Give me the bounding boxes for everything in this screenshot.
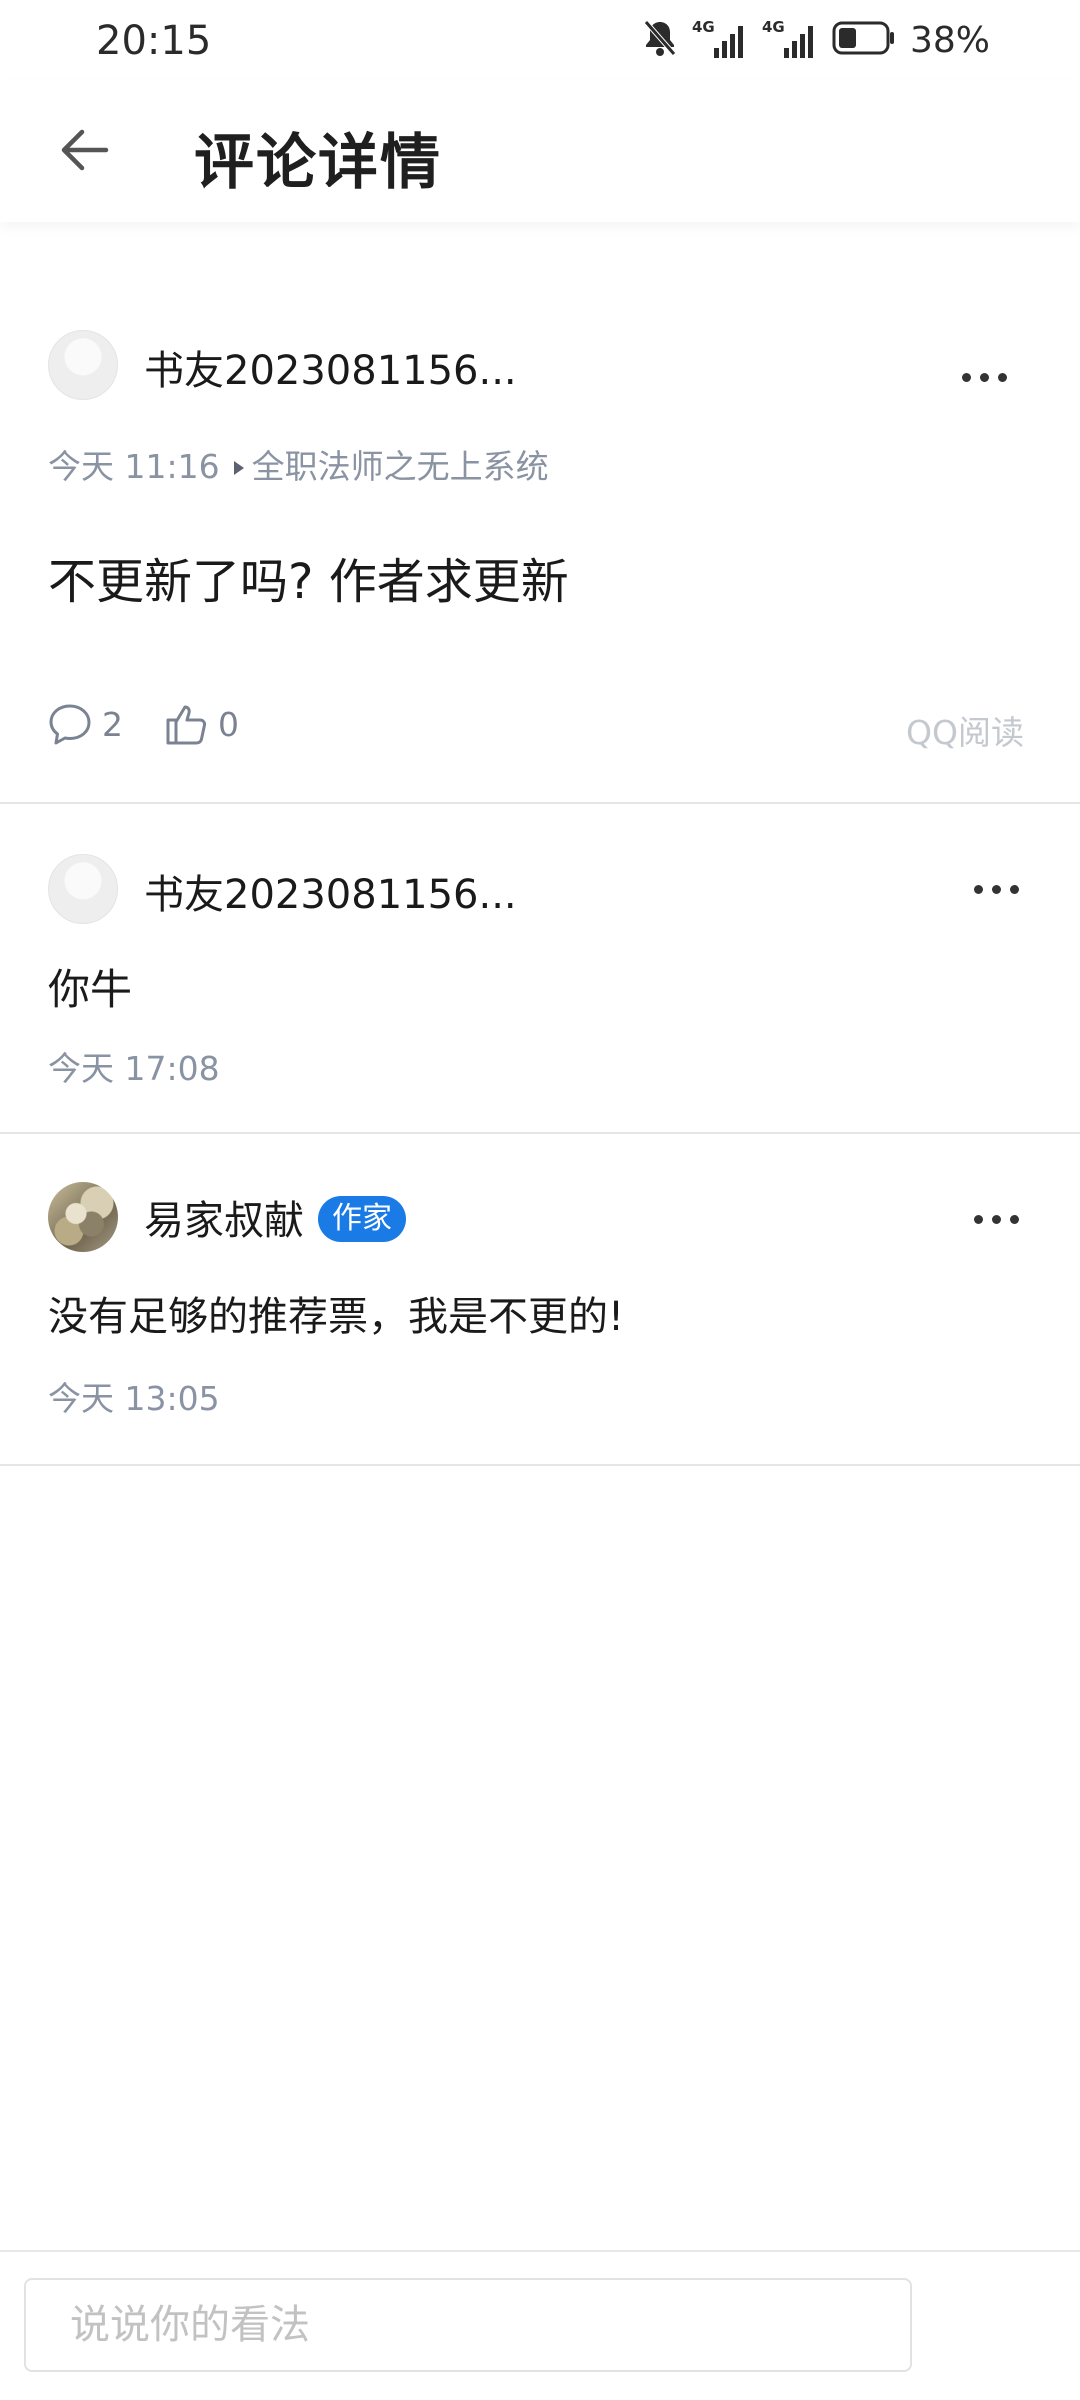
comment-time: 今天 11:16 [48,447,220,486]
more-dot-icon [979,372,989,382]
more-dot-icon [991,884,1001,894]
reply-item: 易家叔献 作家 没有足够的推荐票，我是不更的! 今天 13:05 [0,1132,1080,1466]
more-dot-icon [961,372,971,382]
avatar[interactable] [48,330,118,400]
comment-input[interactable] [24,2278,912,2372]
username[interactable]: 书友2023081156... [144,862,517,920]
username[interactable]: 易家叔献 作家 [144,1188,406,1246]
app-header: 评论详情 [0,80,1080,222]
status-time: 20:15 [96,18,212,64]
more-dot-icon [973,884,983,894]
like-count: 0 [218,704,239,744]
back-button[interactable] [44,110,124,190]
comment-meta: 今天 11:16 全职法师之无上系统 [48,440,549,488]
comment-input-bar [0,2250,1080,2400]
more-dot-icon [1009,1214,1019,1224]
like-button[interactable]: 0 [164,702,239,746]
signal-icon: 4G [692,18,748,62]
author-name: 易家叔献 [144,1198,304,1244]
reply-time: 今天 13:05 [48,1379,220,1418]
status-bar: 20:15 4G 4G 38% [0,0,1080,80]
author-badge: 作家 [318,1196,406,1242]
author-avatar[interactable] [48,1182,118,1252]
thumbs-up-icon [166,705,207,745]
reply-time: 今天 17:08 [48,1049,220,1088]
reply-count: 2 [102,704,123,744]
arrow-left-icon [61,129,109,171]
more-dot-icon [1009,884,1019,894]
reply-count-button[interactable]: 2 [48,702,123,746]
signal-icon-2: 4G [762,18,818,62]
more-dot-icon [991,1214,1001,1224]
avatar[interactable] [48,854,118,924]
source-label: QQ阅读 [906,713,1024,752]
more-dot-icon [973,1214,983,1224]
more-options-button[interactable] [956,864,1036,914]
username[interactable]: 书友2023081156... [144,338,517,396]
mute-bell-icon [642,18,678,62]
reply-text: 你牛 [48,965,133,1014]
more-options-button[interactable] [944,352,1024,402]
status-icons: 4G 4G 38% [642,14,990,66]
main-comment: 书友2023081156... 今天 11:16 全职法师之无上系统 不更新了吗?… [0,222,1080,804]
comment-text: 不更新了吗? 作者求更新 [48,554,569,610]
more-options-button[interactable] [956,1194,1036,1244]
comment-detail-screen: 20:15 4G 4G 38% 评论详情 书友2023081156... 今天 … [0,0,1080,2400]
reply-text: 没有足够的推荐票，我是不更的! [48,1294,625,1340]
play-triangle-icon [233,461,244,475]
more-dot-icon [997,372,1007,382]
reply-item: 书友2023081156... 你牛 今天 17:08 [0,802,1080,1134]
comment-bubble-icon [49,704,91,745]
book-title-link[interactable]: 全职法师之无上系统 [252,447,549,486]
battery-icon [832,20,896,60]
battery-percent: 38% [909,19,990,61]
page-title: 评论详情 [194,128,442,198]
